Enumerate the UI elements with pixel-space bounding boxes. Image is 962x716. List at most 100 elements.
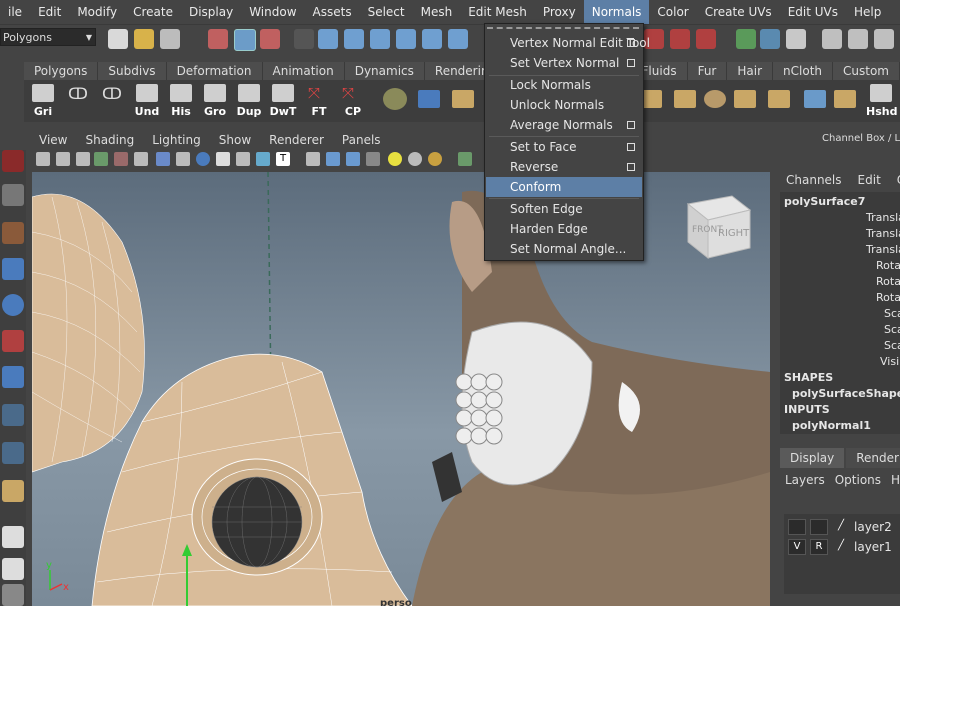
layer-name[interactable]: layer2 [854, 518, 892, 536]
shelf-button-poly-sphere[interactable] [700, 84, 730, 118]
option-box-icon[interactable] [627, 59, 635, 67]
select-tool-icon[interactable] [2, 150, 24, 172]
construction-history-icon[interactable] [670, 29, 690, 49]
text-icon[interactable]: T [276, 152, 290, 166]
select-component-icon[interactable] [260, 29, 280, 49]
shelf-button-script-b[interactable]: ↀ [98, 84, 128, 118]
lights-icon[interactable] [256, 152, 270, 166]
tab-display[interactable]: Display [780, 448, 845, 468]
show-attribute-editor-icon[interactable] [822, 29, 842, 49]
menu-item-reverse[interactable]: Reverse [486, 157, 642, 177]
select-camera-icon[interactable] [458, 152, 472, 166]
wireframe-on-shaded-icon[interactable] [216, 152, 230, 166]
shelf-button-script-a[interactable]: ↀ [64, 84, 94, 118]
scale-tool-icon[interactable] [2, 330, 24, 352]
shelf-button-poly-tool-d[interactable] [764, 84, 794, 118]
render-settings-icon[interactable] [786, 29, 806, 49]
layer-menu-layers[interactable]: Layers [780, 470, 830, 490]
lasso-tool-icon[interactable] [2, 184, 24, 206]
shelf-tab-fur[interactable]: Fur [687, 62, 728, 80]
resolution-gate-icon[interactable] [134, 152, 148, 166]
shelf-tab-ncloth[interactable]: nCloth [773, 62, 834, 80]
open-scene-icon[interactable] [134, 29, 154, 49]
four-view-layout-icon[interactable] [2, 558, 24, 580]
3d-viewport[interactable]: FRONT RIGHT y x perso [32, 172, 770, 606]
menu-item-set-normal-angle[interactable]: Set Normal Angle... [486, 239, 642, 259]
camera-attributes-icon[interactable] [56, 152, 70, 166]
menu-item-set-vertex-normal[interactable]: Set Vertex Normal [486, 53, 642, 73]
universal-manipulator-icon[interactable] [2, 366, 24, 388]
option-box-icon[interactable] [627, 39, 635, 47]
layer-name[interactable]: layer1 [854, 538, 892, 556]
shelf-button-history[interactable]: His [166, 84, 196, 118]
vp-menu-view[interactable]: View [30, 130, 76, 150]
show-manipulator-icon[interactable] [2, 442, 24, 464]
menu-set-selector[interactable]: Polygons ▼ [0, 28, 96, 46]
shelf-tab-hair[interactable]: Hair [727, 62, 774, 80]
default-light-icon[interactable] [388, 152, 402, 166]
menu-help[interactable]: Help [846, 0, 889, 24]
shelf-button-poly-tool-e[interactable] [800, 84, 830, 118]
menu-item-vertex-normal-edit-tool[interactable]: Vertex Normal Edit Tool [486, 33, 650, 53]
save-scene-icon[interactable] [160, 29, 180, 49]
outliner-layout-icon[interactable] [2, 584, 24, 606]
shelf-button-hypershade[interactable]: Hshd [866, 84, 897, 118]
vp-menu-panels[interactable]: Panels [333, 130, 390, 150]
input-ops-icon[interactable] [448, 29, 468, 49]
snap-point-icon[interactable] [370, 29, 390, 49]
wireframe-icon[interactable] [156, 152, 170, 166]
attr-visibility[interactable]: Visi [880, 354, 899, 370]
tear-off-handle[interactable] [487, 27, 639, 29]
attr-rotate-y[interactable]: Rota [876, 274, 900, 290]
textured-icon[interactable] [236, 152, 250, 166]
layer-reference-toggle[interactable]: R [810, 539, 828, 555]
render-current-icon[interactable] [736, 29, 756, 49]
isolate-select-icon[interactable] [306, 152, 320, 166]
object-name[interactable]: polySurface7 [784, 194, 865, 210]
attr-translate-x[interactable]: Transla [866, 210, 900, 226]
input-node[interactable]: polyNormal1 [792, 418, 871, 434]
attr-scale-y[interactable]: Sca [884, 322, 900, 338]
shelf-button-poly-cube[interactable] [448, 84, 478, 118]
menu-window[interactable]: Window [241, 0, 304, 24]
shelf-tab-deformation[interactable]: Deformation [166, 62, 263, 80]
film-gate-icon[interactable] [114, 152, 128, 166]
menu-edit-mesh[interactable]: Edit Mesh [460, 0, 535, 24]
layer-row[interactable]: ╱ layer2 [784, 518, 900, 536]
shelf-tab-dynamics[interactable]: Dynamics [344, 62, 425, 80]
new-scene-icon[interactable] [108, 29, 128, 49]
menu-item-set-to-face[interactable]: Set to Face [486, 137, 642, 157]
attr-scale-x[interactable]: Sca [884, 306, 900, 322]
shelf-tab-subdivs[interactable]: Subdivs [98, 62, 167, 80]
vp-menu-lighting[interactable]: Lighting [143, 130, 210, 150]
attr-rotate-x[interactable]: Rota [876, 258, 900, 274]
xray-joints-icon[interactable] [346, 152, 360, 166]
option-box-icon[interactable] [627, 163, 635, 171]
rotate-tool-icon[interactable] [2, 294, 24, 316]
shelf-button-poly-plane[interactable] [380, 84, 410, 118]
shape-node[interactable]: polySurfaceShape7 [792, 386, 900, 402]
shelf-button-freeze-transform[interactable]: ⤧ FT [304, 84, 334, 118]
menu-item-conform[interactable]: Conform [486, 177, 642, 197]
snap-view-plane-icon[interactable] [396, 29, 416, 49]
menu-modify[interactable]: Modify [69, 0, 125, 24]
single-perspective-layout-icon[interactable] [2, 526, 24, 548]
menu-select[interactable]: Select [360, 0, 413, 24]
shelf-button-duplicate-with-transform[interactable]: DwT [268, 84, 298, 118]
menu-item-average-normals[interactable]: Average Normals [486, 115, 642, 135]
shelf-button-duplicate[interactable]: Dup [234, 84, 264, 118]
cb-menu-object[interactable]: Obje [889, 170, 900, 190]
attr-translate-z[interactable]: Transla [866, 242, 900, 258]
move-tool-icon[interactable] [2, 258, 24, 280]
menu-item-lock-normals[interactable]: Lock Normals [486, 75, 642, 95]
option-box-icon[interactable] [627, 121, 635, 129]
option-box-icon[interactable] [627, 143, 635, 151]
layer-visibility-toggle[interactable] [788, 519, 806, 535]
show-channel-box-icon[interactable] [874, 29, 894, 49]
view-cube[interactable]: FRONT RIGHT [686, 195, 752, 260]
menu-item-unlock-normals[interactable]: Unlock Normals [486, 95, 642, 115]
paint-select-tool-icon[interactable] [2, 222, 24, 244]
cb-menu-channels[interactable]: Channels [778, 170, 850, 190]
soft-mod-tool-icon[interactable] [2, 404, 24, 426]
menu-item-harden-edge[interactable]: Harden Edge [486, 219, 642, 239]
